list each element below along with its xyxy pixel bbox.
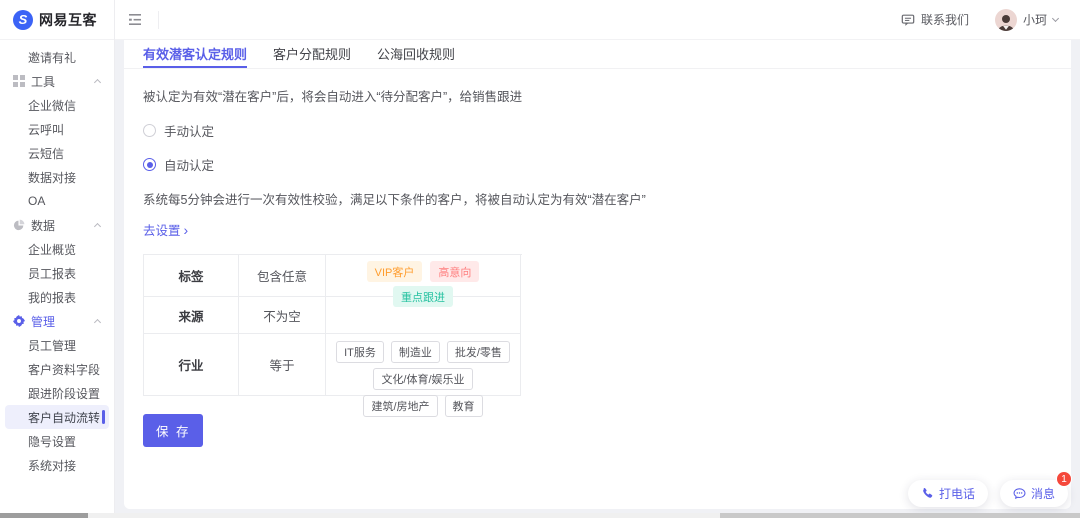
horizontal-scrollbar [0,513,1080,518]
save-button[interactable]: 保 存 [143,414,204,447]
chevron-right-icon: › [183,221,189,238]
rule-intro-text: 被认定为有效“潜在客户”后，将会自动进入“待分配客户”，给销售跟进 [143,90,523,104]
content-area: 有效潜客认定规则 客户分配规则 公海回收规则 被认定为有效“潜在客户”后，将会自… [115,40,1080,518]
brand-logo-icon: S [13,9,33,30]
chevron-up-icon [93,222,102,230]
radio-checked-icon[interactable] [143,158,156,171]
tab-valid-lead-rules[interactable]: 有效潜客认定规则 [143,40,248,68]
condition-table: 标签 包含任意 VIP客户 高意向 重点跟进 来源 不为空 行业 等于 IT服务… [143,254,522,417]
condition-field: 标签 [144,255,239,297]
sidebar-group-tools[interactable]: 工具 [0,69,114,93]
sidebar-item-system-connect[interactable]: 系统对接 [0,453,114,477]
phone-icon [921,487,934,500]
sidebar-item-my-report[interactable]: 我的报表 [0,285,114,309]
sidebar: S 网易互客 邀请有礼 工具 企业微信 云呼叫 云短信 数据对接 OA 数据 企… [0,0,115,518]
rule-tabs: 有效潜客认定规则 客户分配规则 公海回收规则 [124,40,1071,69]
condition-values: IT服务 制造业 批发/零售 文化/体育/娱乐业 建筑/房地产 教育 [326,334,521,417]
sidebar-item-cloud-call[interactable]: 云呼叫 [0,117,114,141]
grid-icon [13,75,25,87]
sidebar-group-label: 管理 [31,314,56,329]
condition-values: VIP客户 高意向 重点跟进 [326,255,521,307]
message-bubble-icon [1013,487,1026,500]
chevron-up-icon [93,318,102,326]
sidebar-item-cloud-sms[interactable]: 云短信 [0,141,114,165]
chevron-down-icon [1051,14,1060,22]
rule-panel: 被认定为有效“潜在客户”后，将会自动进入“待分配客户”，给销售跟进 手动认定 自… [124,69,1071,464]
messages-button[interactable]: 消息 1 [999,471,1072,507]
chevron-up-icon [93,78,102,86]
user-name: 小珂 [1022,13,1047,27]
condition-operator: 等于 [239,334,326,396]
user-menu[interactable]: 小珂 [994,8,1060,31]
contact-us-label: 联系我们 [920,13,969,27]
make-call-button[interactable]: 打电话 [907,480,988,507]
contact-us-button[interactable]: 联系我们 [901,11,969,28]
tab-public-pool-rules[interactable]: 公海回收规则 [377,40,455,68]
manual-mode-label: 手动认定 [164,125,215,139]
tab-customer-assign-rules[interactable]: 客户分配规则 [273,40,351,68]
sidebar-group-label: 工具 [31,74,56,89]
chat-icon [901,13,915,27]
condition-operator: 包含任意 [239,255,326,297]
table-row: 标签 包含任意 VIP客户 高意向 重点跟进 [144,255,522,307]
tag-industry: 批发/零售 [446,340,510,363]
tag-vip: VIP客户 [366,261,423,282]
manual-mode-radio[interactable]: 手动认定 [143,121,1052,140]
sidebar-nav: 邀请有礼 工具 企业微信 云呼叫 云短信 数据对接 OA 数据 企业概览 员工报… [0,40,114,477]
radio-unchecked-icon[interactable] [143,124,156,137]
messages-label: 消息 [1030,487,1055,501]
topbar-divider [158,10,159,29]
tag-industry: 教育 [444,394,483,417]
brand-name: 网易互客 [39,11,97,28]
pie-chart-icon [13,219,25,231]
sidebar-item-staff-report[interactable]: 员工报表 [0,261,114,285]
unread-count-badge: 1 [1056,471,1072,487]
sidebar-item-company-overview[interactable]: 企业概览 [0,237,114,261]
condition-operator: 不为空 [239,297,326,334]
sidebar-item-data-connect[interactable]: 数据对接 [0,165,114,189]
sidebar-item-staff-admin[interactable]: 员工管理 [0,333,114,357]
scrollbar-thumb[interactable] [720,513,1080,518]
sidebar-item-number-masking[interactable]: 隐号设置 [0,429,114,453]
auto-mode-label: 自动认定 [164,159,215,173]
settings-card: 有效潜客认定规则 客户分配规则 公海回收规则 被认定为有效“潜在客户”后，将会自… [124,40,1071,509]
sidebar-item-customer-fields[interactable]: 客户资料字段 [0,357,114,381]
brand-logo: S 网易互客 [0,0,114,40]
condition-field: 来源 [144,297,239,334]
table-row: 来源 不为空 [144,297,522,334]
auto-mode-description: 系统每5分钟会进行一次有效性校验，满足以下条件的客户，将被自动认定为有效“潜在客… [143,193,646,207]
topbar: 联系我们 小珂 [115,0,1080,40]
condition-field: 行业 [144,334,239,396]
tag-industry: 制造业 [390,340,440,363]
go-settings-link[interactable]: 去设置 › [143,220,188,239]
sidebar-group-admin[interactable]: 管理 [0,309,114,333]
sidebar-item-followup-stages[interactable]: 跟进阶段设置 [0,381,114,405]
floating-actions: 打电话 消息 1 [907,471,1072,507]
tag-industry: IT服务 [336,340,384,363]
sidebar-group-label: 数据 [31,218,56,233]
tag-industry: 文化/体育/娱乐业 [373,367,473,390]
gear-icon [13,315,25,327]
tag-high-intent: 高意向 [430,261,480,282]
avatar [994,8,1017,31]
sidebar-group-data[interactable]: 数据 [0,213,114,237]
sidebar-item-wecom[interactable]: 企业微信 [0,93,114,117]
scrollbar-thumb[interactable] [0,513,88,518]
sidebar-item-customer-auto-flow[interactable]: 客户自动流转 [5,405,109,429]
go-settings-label: 去设置 [143,224,181,238]
sidebar-item-oa[interactable]: OA [0,189,114,213]
sidebar-item-invite[interactable]: 邀请有礼 [0,45,114,69]
sidebar-collapse-icon[interactable] [129,13,144,26]
tag-industry: 建筑/房地产 [363,394,438,417]
table-row: 行业 等于 IT服务 制造业 批发/零售 文化/体育/娱乐业 建筑/房地产 教育 [144,334,522,417]
auto-mode-radio[interactable]: 自动认定 [143,155,1052,174]
make-call-label: 打电话 [938,487,975,501]
condition-values [326,297,521,334]
